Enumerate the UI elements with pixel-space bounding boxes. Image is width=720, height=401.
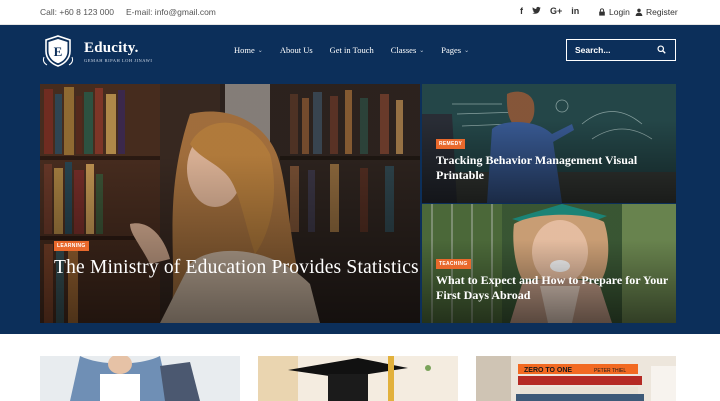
register-link[interactable]: Register (635, 7, 678, 17)
post-card-3[interactable]: ZERO TO ONE PETER THIEL (476, 356, 676, 401)
chevron-down-icon: ⌄ (464, 47, 470, 54)
category-badge[interactable]: LEARNING (54, 241, 89, 251)
shield-logo-icon: E (42, 35, 74, 67)
top-bar: Call: +60 8 123 000 E-mail: info@gmail.c… (0, 0, 720, 25)
featured-post-main[interactable]: LEARNING The Ministry of Education Provi… (40, 84, 420, 323)
books-stack-image: ZERO TO ONE PETER THIEL (476, 356, 676, 401)
email-contact: E-mail: info@gmail.com (126, 7, 216, 17)
search-input[interactable] (575, 45, 655, 55)
chevron-down-icon: ⌄ (419, 47, 425, 54)
brand-tagline: GEMAH RIPAH LOH JINAWI (84, 57, 153, 63)
book-title-label: ZERO TO ONE (524, 367, 572, 374)
featured-post-title[interactable]: What to Expect and How to Prepare for Yo… (436, 273, 672, 303)
nav-classes[interactable]: Classes ⌄ (391, 45, 425, 55)
twitter-icon[interactable] (532, 6, 541, 17)
logo-letter: E (54, 44, 63, 59)
chevron-down-icon: ⌄ (257, 47, 263, 54)
register-label: Register (646, 7, 678, 17)
nav-pages[interactable]: Pages ⌄ (441, 45, 469, 55)
phone-contact: Call: +60 8 123 000 (40, 7, 114, 17)
nav-home[interactable]: Home ⌄ (234, 45, 263, 55)
nav-about-us[interactable]: About Us (280, 45, 313, 55)
featured-post-title[interactable]: The Ministry of Education Provides Stati… (54, 256, 420, 280)
post-card-image (258, 356, 458, 401)
featured-post-title[interactable]: Tracking Behavior Management Visual Prin… (436, 153, 666, 183)
featured-post-side-1[interactable]: REMEDY Tracking Behavior Management Visu… (422, 84, 676, 203)
nav-get-in-touch[interactable]: Get in Touch (330, 45, 374, 55)
category-badge[interactable]: REMEDY (436, 139, 466, 149)
linkedin-icon[interactable]: in (571, 6, 579, 17)
facebook-icon[interactable]: f (520, 6, 523, 17)
post-card-image (40, 356, 240, 401)
featured-post-side-2[interactable]: TEACHING What to Expect and How to Prepa… (422, 204, 676, 323)
google-plus-icon[interactable]: G+ (550, 6, 562, 17)
lock-icon (599, 8, 605, 16)
social-links: f G+ in (520, 6, 579, 17)
post-card-2[interactable] (258, 356, 458, 401)
login-label: Login (609, 7, 630, 17)
search-icon[interactable] (657, 45, 666, 54)
login-link[interactable]: Login (598, 7, 630, 17)
user-icon (635, 8, 643, 16)
site-logo[interactable]: E Educity. GEMAH RIPAH LOH JINAWI (40, 33, 152, 69)
post-card-1[interactable] (40, 356, 240, 401)
book-author-label: PETER THIEL (594, 368, 626, 374)
search-box (566, 39, 676, 61)
category-badge[interactable]: TEACHING (436, 259, 471, 269)
brand-name: Educity. (84, 39, 139, 56)
main-nav: Home ⌄ About Us Get in Touch Classes ⌄ Pag… (234, 45, 486, 55)
